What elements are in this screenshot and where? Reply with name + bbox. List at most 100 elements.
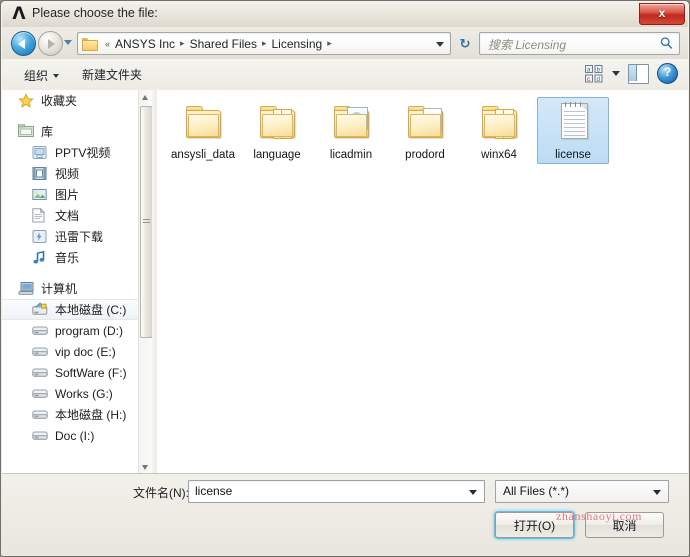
file-label: winx64 [481, 149, 517, 161]
file-item[interactable]: ansysli_data [167, 97, 239, 164]
command-toolbar: 组织 新建文件夹 a b c d ? [2, 59, 688, 91]
title-bar: Λ Please choose the file: x [2, 2, 688, 27]
chevron-down-icon[interactable] [469, 490, 477, 495]
help-label: ? [663, 65, 672, 79]
folder-icon [329, 100, 373, 146]
view-mode-icon[interactable]: a b c d [584, 64, 604, 84]
sidebar-item-system-drive-icon[interactable]: 本地磁盘 (C:) [2, 299, 140, 320]
breadcrumb-item-ansys-inc[interactable]: ANSYS Inc [114, 37, 176, 51]
sidebar-item-thunder-download-icon[interactable]: 迅雷下载 [2, 226, 140, 247]
text-file-icon [551, 100, 595, 146]
organize-label: 组织 [24, 69, 49, 83]
folder-icon [477, 100, 521, 146]
breadcrumb-separator-icon[interactable]: ▸ [323, 38, 336, 49]
file-label: prodord [405, 149, 445, 161]
breadcrumb-separator-icon[interactable]: ▸ [258, 38, 271, 49]
cancel-label: 取消 [612, 518, 637, 533]
drive-icon [32, 428, 50, 444]
computer-icon [18, 281, 36, 297]
sidebar-group-star-icon[interactable]: 收藏夹 [2, 90, 140, 111]
sidebar-item-music-note-icon[interactable]: 音乐 [2, 247, 140, 268]
system-drive-icon [32, 302, 50, 318]
folder-icon [403, 100, 447, 146]
file-item[interactable]: language [241, 97, 313, 164]
video-icon [32, 166, 50, 182]
sidebar-item-pictures-icon[interactable]: 图片 [2, 184, 140, 205]
chevron-down-icon[interactable] [612, 71, 620, 76]
sidebar-item-drive-icon[interactable]: vip doc (E:) [2, 341, 140, 362]
forward-button[interactable] [38, 31, 63, 56]
file-item[interactable]: winx64 [463, 97, 535, 164]
preview-pane-icon[interactable] [628, 64, 649, 84]
organize-button[interactable]: 组织 [20, 65, 63, 86]
sidebar-item-drive-icon[interactable]: Works (G:) [2, 383, 140, 404]
close-icon: x [658, 6, 666, 20]
sidebar-scrollbar[interactable] [138, 90, 152, 474]
sidebar-item-drive-icon[interactable]: SoftWare (F:) [2, 362, 140, 383]
sidebar-item-pptv-video-icon[interactable]: PPTV视频 [2, 142, 140, 163]
refresh-button[interactable]: ↻ [454, 32, 476, 55]
file-type-filter-select[interactable]: All Files (*.*) [495, 480, 669, 503]
file-item[interactable]: prodord [389, 97, 461, 164]
recent-locations-chevron-icon[interactable] [64, 40, 72, 45]
ansys-lambda-icon: Λ [12, 4, 26, 24]
file-list-pane[interactable]: ansysli_data language licadmin prodord winx6… [157, 90, 688, 474]
navigation-bar: « ANSYS Inc ▸ Shared Files ▸ Licensing ▸… [2, 27, 688, 59]
scrollbar-thumb[interactable] [140, 106, 152, 338]
new-folder-label: 新建文件夹 [82, 68, 143, 82]
file-item[interactable]: license [537, 97, 609, 164]
sidebar-item-drive-icon[interactable]: 本地磁盘 (H:) [2, 404, 140, 425]
chevron-down-icon [53, 73, 60, 78]
window-title: Please choose the file: [32, 6, 158, 20]
breadcrumb-item-shared-files[interactable]: Shared Files [189, 37, 258, 51]
scroll-up-arrow-icon[interactable] [139, 90, 152, 104]
sidebar-item-label: vip doc (E:) [55, 344, 116, 359]
chevron-down-icon [653, 490, 661, 495]
dialog-footer: 文件名(N): license All Files (*.*) 打开(O) 取消 [2, 473, 688, 555]
drive-icon [32, 323, 50, 339]
breadcrumb-separator-icon[interactable]: ▸ [176, 38, 189, 49]
chevron-down-icon[interactable] [436, 42, 444, 47]
file-open-dialog: Λ Please choose the file: x « ANSYS Inc … [0, 0, 690, 557]
sidebar-group-library-icon[interactable]: 库 [2, 121, 140, 142]
search-placeholder: 搜索 Licensing [488, 38, 567, 52]
sidebar-item-label: Works (G:) [55, 386, 113, 401]
svg-text:d: d [597, 77, 600, 83]
sidebar-item-label: PPTV视频 [55, 146, 111, 160]
pptv-video-icon [32, 145, 50, 161]
address-bar[interactable]: « ANSYS Inc ▸ Shared Files ▸ Licensing ▸ [77, 32, 451, 55]
drive-icon [32, 365, 50, 381]
sidebar-item-label: Doc (I:) [55, 428, 95, 443]
sidebar-item-label: 文档 [55, 209, 80, 223]
search-input[interactable]: 搜索 Licensing [479, 32, 680, 55]
sidebar-item-drive-icon[interactable]: program (D:) [2, 320, 140, 341]
filename-label: 文件名(N): [133, 486, 189, 500]
sidebar-item-label: program (D:) [55, 323, 124, 338]
file-item[interactable]: licadmin [315, 97, 387, 164]
filename-input[interactable]: license [188, 480, 485, 503]
file-label: license [555, 149, 591, 161]
new-folder-button[interactable]: 新建文件夹 [78, 65, 146, 86]
drive-icon [32, 386, 50, 402]
sidebar-group-computer-icon[interactable]: 计算机 [2, 278, 140, 299]
sidebar-item-documents-icon[interactable]: 文档 [2, 205, 140, 226]
breadcrumb-item-licensing[interactable]: Licensing [270, 37, 323, 51]
music-note-icon [32, 250, 50, 266]
file-label: language [253, 149, 301, 161]
close-button[interactable]: x [639, 3, 685, 25]
svg-text:c: c [587, 77, 590, 83]
help-icon[interactable]: ? [657, 63, 678, 84]
open-button[interactable]: 打开(O) [495, 512, 574, 538]
scroll-down-arrow-icon[interactable] [139, 460, 152, 474]
breadcrumb-prefix: « [105, 38, 111, 49]
search-icon [660, 37, 673, 49]
back-button[interactable] [11, 31, 36, 56]
drive-icon [32, 344, 50, 360]
cancel-button[interactable]: 取消 [585, 512, 664, 538]
sidebar-item-video-icon[interactable]: 视频 [2, 163, 140, 184]
sidebar-item-label: 图片 [55, 188, 80, 202]
sidebar-item-drive-icon[interactable]: Doc (I:) [2, 425, 140, 446]
star-icon [18, 92, 36, 109]
folder-icon [255, 100, 299, 146]
sidebar-group-spacer [2, 268, 140, 278]
